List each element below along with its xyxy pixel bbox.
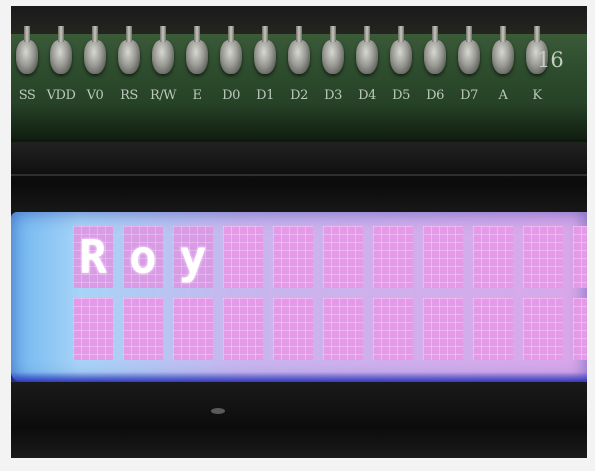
lcd-character-cell: y: [173, 226, 213, 288]
lcd-character-cell: [273, 298, 313, 360]
header-pin: [458, 26, 480, 74]
pin-label: K: [532, 88, 542, 103]
pin-label: A: [498, 88, 508, 103]
header-pin: [322, 26, 344, 74]
lcd-module-photo: SS VDD V0 RS R/W E D0 D1 D2 D3 D4 D5 D6 D7 A K 16 Roy: [11, 6, 587, 458]
lcd-character-cell: [373, 226, 413, 288]
lcd-character-cell: [473, 298, 513, 360]
lcd-character-cell: [423, 298, 463, 360]
pin-label: D7: [460, 88, 478, 103]
lcd-character-cell: [573, 298, 587, 360]
background-bottom: [11, 382, 587, 458]
header-pin: [84, 26, 106, 74]
lcd-character-cell: [523, 298, 563, 360]
lcd-character: R: [79, 230, 107, 284]
header-pin: [152, 26, 174, 74]
lcd-character-cell: [473, 226, 513, 288]
lcd-character-cell: [323, 226, 363, 288]
lcd-character: o: [129, 230, 157, 284]
header-pin: [186, 26, 208, 74]
lcd-character-cell: [423, 226, 463, 288]
header-pin: [50, 26, 72, 74]
pin-label: RS: [120, 88, 138, 103]
pin-label: VDD: [46, 88, 76, 103]
pin-number-label: 16: [537, 48, 564, 72]
header-pin: [254, 26, 276, 74]
lcd-character-cell: [73, 298, 113, 360]
pin-label: D1: [256, 88, 274, 103]
pin-label: D5: [392, 88, 410, 103]
header-pin: [356, 26, 378, 74]
lcd-character-cell: [173, 298, 213, 360]
pin-label: D3: [324, 88, 342, 103]
lcd-character-cell: [223, 226, 263, 288]
pin-label: D2: [290, 88, 308, 103]
header-pin: [220, 26, 242, 74]
lcd-character: y: [179, 230, 207, 284]
lcd-character-cell: [523, 226, 563, 288]
pcb-header: SS VDD V0 RS R/W E D0 D1 D2 D3 D4 D5 D6 D7 A K 16: [11, 26, 587, 142]
lcd-row-1: Roy: [73, 226, 587, 288]
surface-glint: [211, 408, 225, 414]
lcd-character-cell: [223, 298, 263, 360]
lcd-character-cell: o: [123, 226, 163, 288]
header-pin: [118, 26, 140, 74]
pin-label: D0: [222, 88, 240, 103]
lcd-character-cell: [123, 298, 163, 360]
pin-label: E: [192, 88, 203, 103]
header-pin: [492, 26, 514, 74]
lcd-row-2: [73, 298, 587, 360]
header-pin: [288, 26, 310, 74]
header-pin: [390, 26, 412, 74]
lcd-character-cell: R: [73, 226, 113, 288]
pin-label: R/W: [149, 88, 177, 103]
bezel-edge: [11, 174, 587, 176]
pin-label: V0: [86, 88, 104, 103]
header-pin: [16, 26, 38, 74]
lcd-character-cell: [373, 298, 413, 360]
header-pin: [424, 26, 446, 74]
lcd-character-cell: [573, 226, 587, 288]
pin-label: D6: [426, 88, 444, 103]
lcd-character-cell: [323, 298, 363, 360]
lcd-bezel: [11, 142, 587, 222]
pin-label: D4: [358, 88, 376, 103]
lcd-character-cell: [273, 226, 313, 288]
pin-label: SS: [18, 88, 36, 103]
